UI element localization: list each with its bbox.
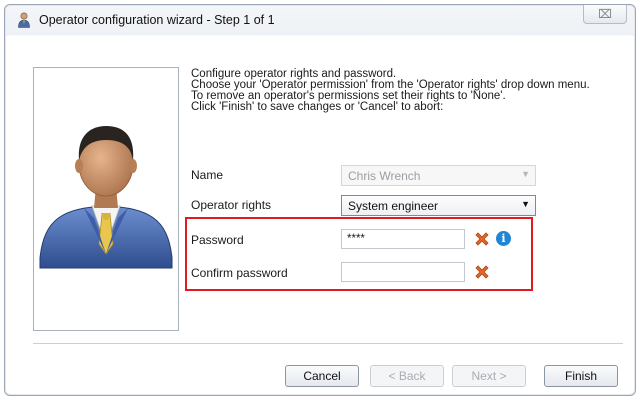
password-label: Password — [191, 233, 244, 247]
name-label: Name — [191, 168, 224, 182]
name-value: Chris Wrench — [348, 169, 421, 183]
operator-rights-label: Operator rights — [191, 198, 272, 212]
chevron-down-icon: ▼ — [521, 169, 530, 179]
avatar-panel — [33, 67, 179, 331]
chevron-down-icon: ▼ — [521, 199, 530, 209]
user-avatar-icon — [39, 126, 173, 269]
confirm-password-label: Confirm password — [191, 266, 288, 280]
cancel-button[interactable]: Cancel — [285, 365, 359, 387]
error-x-icon — [475, 265, 489, 279]
operator-rights-select[interactable]: System engineer ▼ — [341, 195, 536, 216]
instruction-line: Click 'Finish' to save changes or 'Cance… — [191, 101, 444, 113]
info-icon[interactable]: i — [496, 231, 511, 246]
password-field[interactable]: **** — [341, 229, 465, 249]
title-bar: Operator configuration wizard - Step 1 o… — [5, 5, 635, 35]
next-button[interactable]: Next > — [452, 365, 526, 387]
operator-icon — [18, 12, 30, 28]
close-button[interactable]: ⌧ — [583, 5, 627, 24]
wizard-content: Configure operator rights and password. … — [11, 37, 631, 391]
wizard-window: Operator configuration wizard - Step 1 o… — [4, 4, 636, 396]
name-select: Chris Wrench ▼ — [341, 165, 536, 186]
window-title: Operator configuration wizard - Step 1 o… — [39, 13, 275, 27]
operator-rights-value: System engineer — [348, 199, 439, 213]
footer-separator — [33, 343, 623, 344]
error-x-icon — [475, 232, 489, 246]
instructions-text: Configure operator rights and password. … — [191, 68, 590, 113]
finish-button[interactable]: Finish — [544, 365, 618, 387]
close-icon: ⌧ — [598, 7, 612, 21]
confirm-password-field[interactable] — [341, 262, 465, 282]
back-button[interactable]: < Back — [370, 365, 444, 387]
